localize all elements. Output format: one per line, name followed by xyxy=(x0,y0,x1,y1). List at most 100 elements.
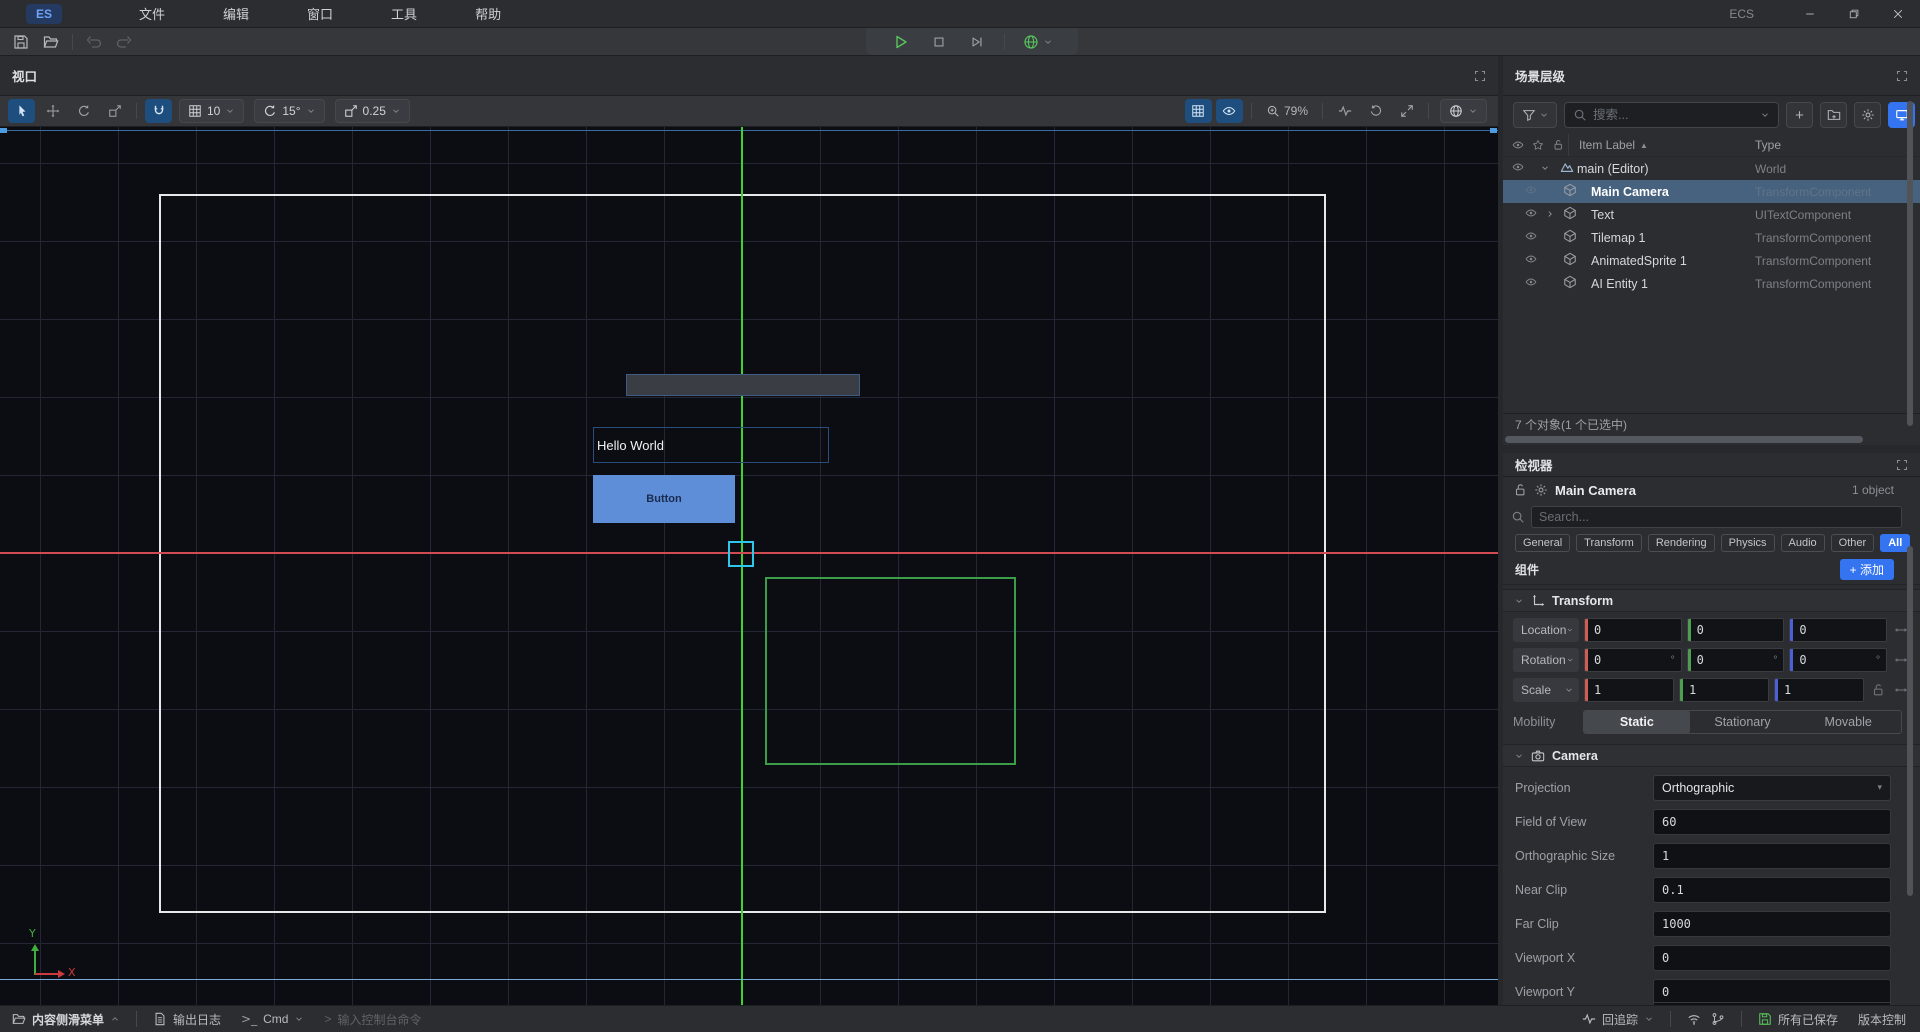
hierarchy-row-tilemap[interactable]: Tilemap 1 TransformComponent xyxy=(1503,226,1920,249)
hierarchy-row-ai-entity[interactable]: AI Entity 1 TransformComponent xyxy=(1503,272,1920,295)
projection-dropdown[interactable]: Orthographic▾ xyxy=(1653,775,1891,801)
column-type[interactable]: Type xyxy=(1755,138,1920,152)
menu-file[interactable]: 文件 xyxy=(110,4,194,23)
undo-button[interactable] xyxy=(79,30,109,54)
add-folder-button[interactable] xyxy=(1820,102,1847,128)
scale-y-field[interactable]: 1 xyxy=(1679,678,1769,702)
expand-panel-icon[interactable] xyxy=(1474,70,1486,82)
save-status[interactable]: 所有已保存 xyxy=(1758,1011,1838,1028)
world-dropdown[interactable] xyxy=(1440,99,1487,123)
maximize-button[interactable] xyxy=(1832,0,1876,28)
rotation-y-field[interactable]: 0° xyxy=(1687,648,1785,672)
camera-selection-gizmo[interactable] xyxy=(728,541,754,567)
location-z-field[interactable]: 0 xyxy=(1789,618,1887,642)
tab-other[interactable]: Other xyxy=(1831,534,1875,552)
grid-snap-dropdown[interactable]: 10 xyxy=(179,99,244,123)
location-dropdown[interactable]: Location xyxy=(1513,618,1579,642)
visibility-eye-icon[interactable] xyxy=(1525,253,1537,268)
inspector-search[interactable] xyxy=(1531,506,1902,528)
mobility-static[interactable]: Static xyxy=(1584,711,1690,733)
source-control-branch-icon[interactable] xyxy=(1711,1012,1725,1026)
star-column-icon[interactable] xyxy=(1532,139,1544,151)
filter-dropdown[interactable] xyxy=(1513,102,1557,128)
visibility-eye-icon[interactable] xyxy=(1525,230,1537,245)
chevron-right-icon[interactable] xyxy=(1545,208,1555,222)
entity-bounds-rect[interactable] xyxy=(765,577,1016,765)
step-button[interactable] xyxy=(960,30,994,54)
menu-tools[interactable]: 工具 xyxy=(362,4,446,23)
trace-dropdown[interactable]: 回追踪 xyxy=(1582,1011,1654,1028)
scale-tool-button[interactable] xyxy=(101,99,128,123)
expand-panel-icon[interactable] xyxy=(1896,70,1908,82)
hierarchy-row-main-camera[interactable]: Main Camera TransformComponent xyxy=(1503,180,1920,203)
open-folder-button[interactable] xyxy=(36,30,66,54)
menu-help[interactable]: 帮助 xyxy=(446,4,530,23)
scale-x-field[interactable]: 1 xyxy=(1584,678,1674,702)
tab-physics[interactable]: Physics xyxy=(1721,534,1775,552)
rotate-snap-dropdown[interactable]: 15° xyxy=(254,99,324,123)
hierarchy-search-input[interactable] xyxy=(1593,108,1754,122)
scene-canvas[interactable]: Hello World Button Y X xyxy=(0,127,1498,1005)
far-clip-input[interactable]: 1000 xyxy=(1653,911,1891,937)
tab-all[interactable]: All xyxy=(1880,534,1910,552)
save-button[interactable] xyxy=(6,30,36,54)
visibility-eye-icon[interactable] xyxy=(1525,276,1537,291)
scale-dropdown[interactable]: Scale xyxy=(1513,678,1579,702)
lock-column-icon[interactable] xyxy=(1552,139,1564,151)
gear-icon[interactable] xyxy=(1534,483,1548,497)
grid-visibility-button[interactable] xyxy=(1185,99,1212,123)
tab-general[interactable]: General xyxy=(1515,534,1570,552)
hierarchy-hscrollbar[interactable] xyxy=(1503,435,1920,445)
visibility-eye-icon[interactable] xyxy=(1525,184,1537,199)
location-x-field[interactable]: 0 xyxy=(1584,618,1682,642)
close-button[interactable] xyxy=(1876,0,1920,28)
chevron-down-icon[interactable] xyxy=(1540,162,1550,176)
guide-handle-left[interactable] xyxy=(0,128,7,133)
stop-button[interactable] xyxy=(922,30,956,54)
hierarchy-row-animatedsprite[interactable]: AnimatedSprite 1 TransformComponent xyxy=(1503,249,1920,272)
button-object[interactable]: Button xyxy=(593,475,735,523)
hierarchy-row-text[interactable]: Text UITextComponent xyxy=(1503,203,1920,226)
menu-edit[interactable]: 编辑 xyxy=(194,4,278,23)
rotation-dropdown[interactable]: Rotation xyxy=(1513,648,1579,672)
column-item-label[interactable]: Item Label ▲ xyxy=(1569,138,1755,152)
hierarchy-search[interactable] xyxy=(1564,102,1779,128)
hierarchy-settings-button[interactable] xyxy=(1854,102,1881,128)
content-drawer-button[interactable]: 内容侧滑菜单 xyxy=(12,1011,120,1028)
app-logo[interactable]: ES xyxy=(26,4,62,24)
network-status-icon[interactable] xyxy=(1687,1012,1701,1026)
guide-handle-right[interactable] xyxy=(1490,128,1497,133)
lock-icon[interactable] xyxy=(1513,483,1527,497)
mobility-movable[interactable]: Movable xyxy=(1795,711,1901,733)
menu-window[interactable]: 窗口 xyxy=(278,4,362,23)
near-clip-input[interactable]: 0.1 xyxy=(1653,877,1891,903)
tilemap-object[interactable] xyxy=(626,374,860,396)
rotation-z-field[interactable]: 0° xyxy=(1789,648,1887,672)
scale-z-field[interactable]: 1 xyxy=(1774,678,1864,702)
orthographic-size-input[interactable]: 1 xyxy=(1653,843,1891,869)
add-object-button[interactable]: + xyxy=(1786,102,1813,128)
minimize-button[interactable] xyxy=(1788,0,1832,28)
fullscreen-button[interactable] xyxy=(1393,99,1420,123)
rotation-x-field[interactable]: 0° xyxy=(1584,648,1682,672)
inspector-search-input[interactable] xyxy=(1539,510,1894,524)
uniform-scale-lock-icon[interactable] xyxy=(1869,683,1887,697)
tab-transform[interactable]: Transform xyxy=(1576,534,1642,552)
cmd-dropdown[interactable]: >_ Cmd xyxy=(241,1012,304,1026)
inspector-vscrollbar[interactable] xyxy=(1907,546,1913,896)
gizmo-visibility-button[interactable] xyxy=(1216,99,1243,123)
eye-column-icon[interactable] xyxy=(1512,139,1524,151)
snap-toggle-button[interactable] xyxy=(145,99,172,123)
add-component-button[interactable]: + 添加 xyxy=(1840,559,1894,580)
camera-section-header[interactable]: Camera xyxy=(1503,744,1920,767)
move-tool-button[interactable] xyxy=(39,99,66,123)
scale-snap-dropdown[interactable]: 0.25 xyxy=(335,99,410,123)
console-command-input[interactable]: > 输入控制台命令 xyxy=(324,1011,421,1028)
expand-panel-icon[interactable] xyxy=(1896,459,1908,471)
visibility-eye-icon[interactable] xyxy=(1512,161,1524,176)
select-tool-button[interactable] xyxy=(8,99,35,123)
redo-button[interactable] xyxy=(109,30,139,54)
output-log-button[interactable]: 输出日志 xyxy=(153,1011,221,1028)
zoom-level[interactable]: 79% xyxy=(1258,104,1316,118)
location-y-field[interactable]: 0 xyxy=(1687,618,1785,642)
